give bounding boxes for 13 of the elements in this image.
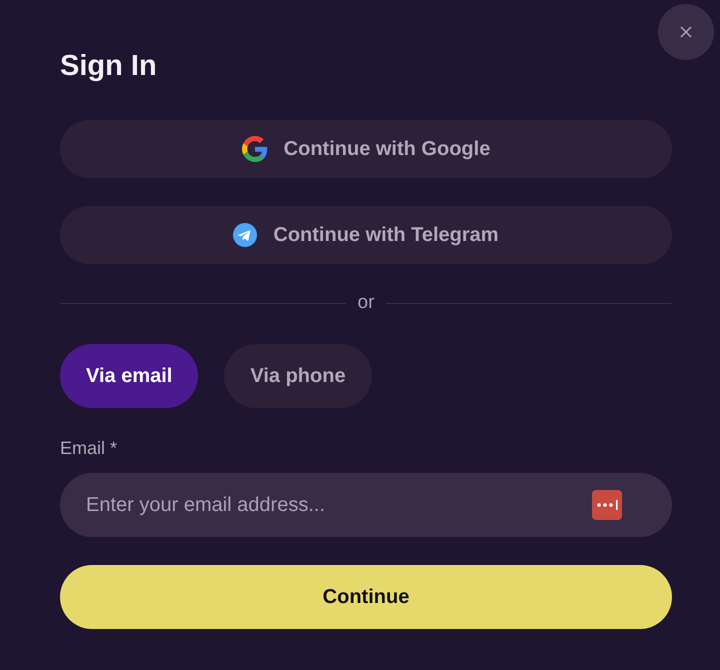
method-tab[interactable]: Via email (60, 344, 198, 408)
divider-label: or (358, 292, 374, 314)
email-field[interactable]: Enter your email address... (60, 473, 672, 537)
continue-button[interactable]: Continue (60, 565, 672, 629)
telegram-sign-in-button[interactable]: Continue with Telegram (60, 206, 672, 264)
google-sign-in-button[interactable]: Continue with Google (60, 120, 672, 178)
dialog-title: Sign In (60, 49, 158, 84)
password-manager-icon (592, 490, 622, 520)
method-tab[interactable]: Via phone (224, 344, 372, 408)
paper-plane-icon (233, 223, 258, 247)
google-logo-icon (242, 136, 268, 162)
field-label: Email * (60, 438, 118, 459)
close-icon (680, 26, 692, 38)
